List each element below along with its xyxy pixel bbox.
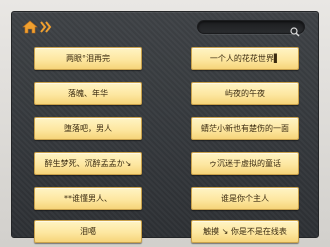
main-panel: 两眼°泪再完 一个人的花花世界▌ 落魄、年华 屿夜的午夜 堕落吧，男人 蜻茫小新… [11, 11, 319, 243]
category-button[interactable]: 堕落吧，男人 [34, 117, 142, 140]
category-button[interactable]: 醉生梦死、沉醉孟孟か↘ [34, 152, 142, 175]
home-icon[interactable] [22, 19, 38, 35]
category-button[interactable]: **谁懂男人、 [34, 187, 142, 210]
search-box [197, 20, 305, 37]
search-input[interactable] [204, 21, 286, 33]
category-button[interactable]: 落魄、年华 [34, 82, 142, 105]
top-bar [12, 12, 318, 42]
category-button[interactable]: ゥ沉迷于虚拟的童话 [191, 152, 299, 175]
category-button[interactable]: 屿夜的午夜 [191, 82, 299, 105]
double-chevron-right-icon[interactable] [40, 19, 52, 33]
category-button[interactable]: 蜻茫小新也有楚伤的一面 [191, 117, 299, 140]
category-button[interactable]: 两眼°泪再完 [34, 47, 142, 70]
category-button[interactable]: 泪噶 [34, 220, 142, 243]
search-icon[interactable] [290, 22, 300, 37]
category-button[interactable]: 一个人的花花世界▌ [191, 47, 299, 70]
window-frame: 两眼°泪再完 一个人的花花世界▌ 落魄、年华 屿夜的午夜 堕落吧，男人 蜻茫小新… [0, 0, 330, 247]
category-button[interactable]: 谁是你个主人 [191, 187, 299, 210]
category-button[interactable]: 触摸 ↘ 你是不是在线表 [191, 220, 299, 243]
